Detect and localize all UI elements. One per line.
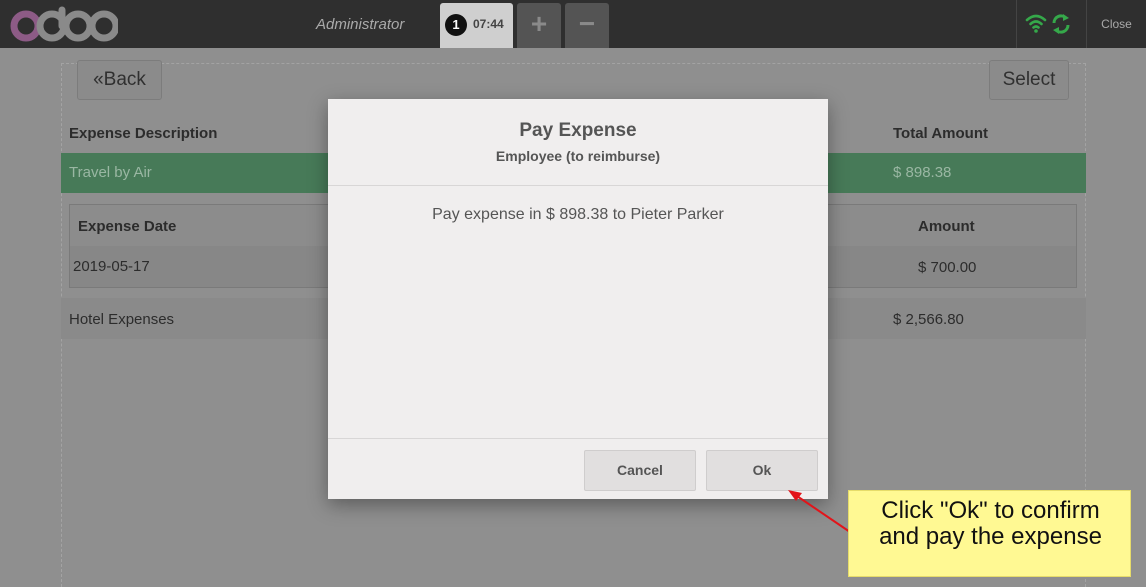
dialog-message: Pay expense in $ 898.38 to Pieter Parker	[432, 206, 724, 223]
expense-total: $ 898.38	[893, 164, 952, 181]
order-tab[interactable]: 1 07:44	[440, 3, 513, 48]
wifi-icon[interactable]	[1025, 13, 1047, 33]
cancel-button[interactable]: Cancel	[584, 450, 696, 491]
expense-line-amount: $ 700.00	[918, 259, 977, 276]
order-time: 07:44	[473, 17, 504, 31]
header-amount: Amount	[918, 218, 975, 235]
order-number-badge: 1	[445, 14, 467, 36]
expense-description: Travel by Air	[69, 164, 152, 181]
header-expense-date: Expense Date	[78, 218, 177, 235]
pay-expense-dialog: Pay Expense Employee (to reimburse) Pay …	[328, 99, 828, 499]
annotation-text: Click "Ok" to confirm and pay the expens…	[879, 497, 1102, 550]
back-button[interactable]: «Back	[77, 60, 162, 100]
remove-order-button[interactable]: −	[565, 3, 609, 48]
expense-total: $ 2,566.80	[893, 311, 964, 328]
cashier-name[interactable]: Administrator	[316, 16, 404, 33]
dialog-header: Pay Expense Employee (to reimburse)	[328, 99, 828, 186]
odoo-logo	[10, 6, 118, 42]
close-button[interactable]: Close	[1086, 0, 1146, 48]
status-area	[1016, 0, 1086, 48]
select-button[interactable]: Select	[989, 60, 1069, 100]
expense-line-date: 2019-05-17	[73, 258, 150, 275]
double-chevron-left-icon: «	[93, 69, 104, 90]
expense-description: Hotel Expenses	[69, 311, 175, 328]
header-total-amount: Total Amount	[893, 125, 988, 142]
back-label: Back	[103, 69, 146, 90]
dialog-footer: Cancel Ok	[328, 438, 828, 499]
sync-icon[interactable]	[1051, 13, 1071, 35]
header-expense-description: Expense Description	[69, 125, 218, 142]
dialog-title: Pay Expense	[519, 120, 637, 141]
add-order-button[interactable]: +	[517, 3, 561, 48]
top-bar: Administrator 1 07:44 + − Close	[0, 0, 1146, 48]
annotation-callout: Click "Ok" to confirm and pay the expens…	[848, 490, 1131, 577]
dialog-subtitle: Employee (to reimburse)	[495, 148, 661, 164]
